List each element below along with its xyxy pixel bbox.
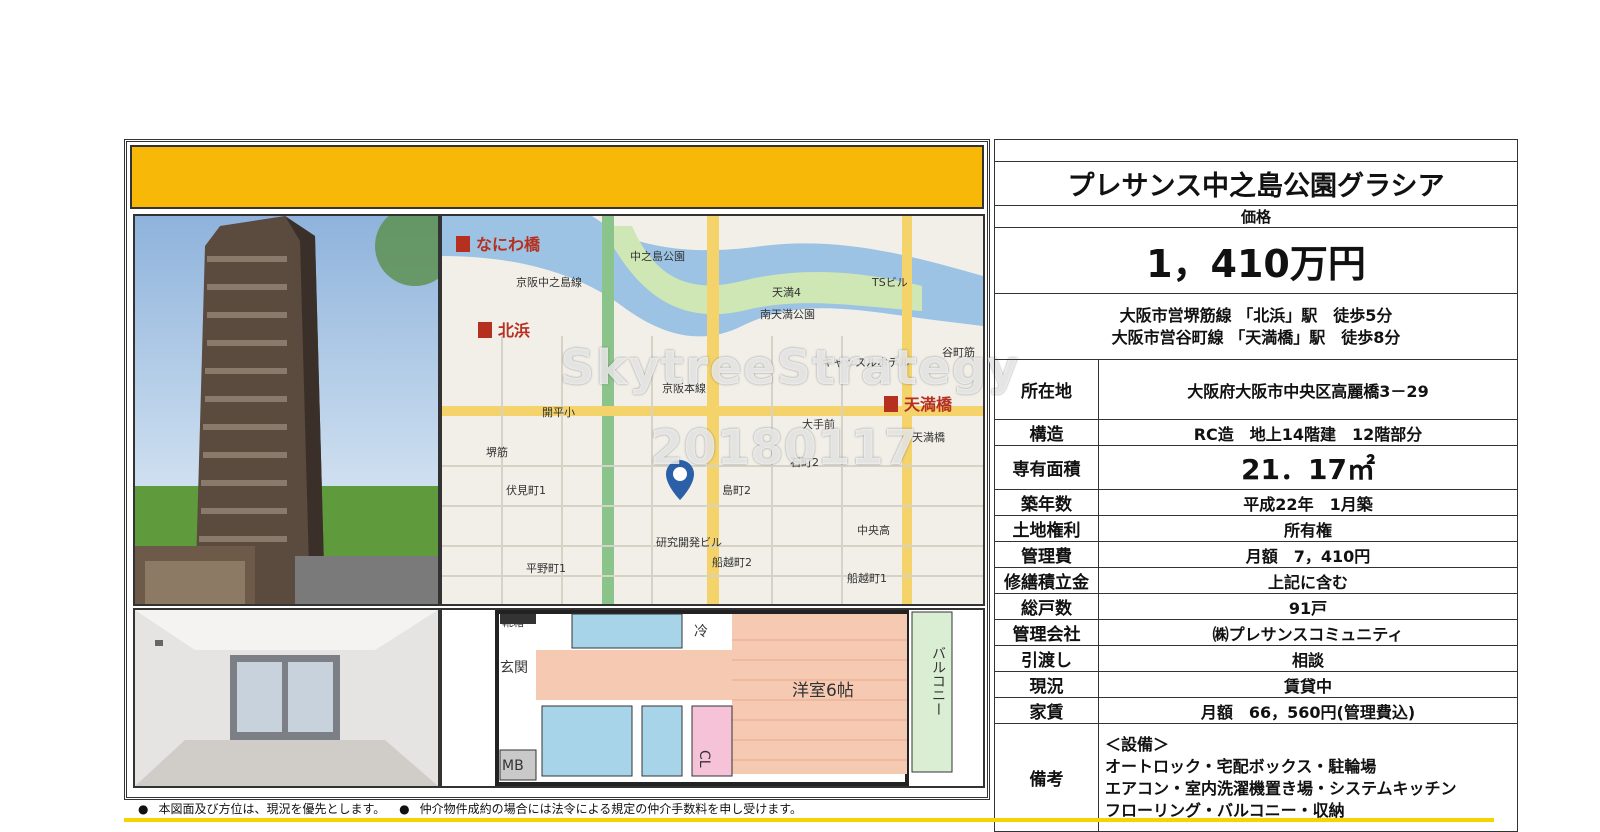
management-fee-label: 管理費 xyxy=(994,541,1099,568)
floorplan-closet: CL xyxy=(696,750,712,768)
location-label: 所在地 xyxy=(994,359,1099,420)
area-map: なにわ橋 北浜 天満橋 京阪中之島線 南天満公園 中之島公園 開平小 伏見町1 … xyxy=(440,214,985,606)
photo-map-frame: なにわ橋 北浜 天満橋 京阪中之島線 南天満公園 中之島公園 開平小 伏見町1 … xyxy=(124,139,990,800)
map-label-castle-hotel: キャッスルホテル xyxy=(822,356,910,369)
floorplan-western-room: 洋室6帖 xyxy=(792,681,854,701)
floorplan-balcony: バルコニー xyxy=(930,646,946,716)
footer-notes: ● 本図面及び方位は、現況を優先とします。 ● 仲介物件成約の場合には法令による規定… xyxy=(138,800,812,817)
area-value: 21．17㎡ xyxy=(1098,445,1518,490)
map-label-chuo-high: 中央高 xyxy=(857,523,890,537)
total-units-value: 91戸 xyxy=(1098,593,1518,620)
rent-value: 月額 66，560円(管理費込) xyxy=(1098,697,1518,724)
footer-yellow-line xyxy=(124,818,1494,822)
property-name: プレサンス中之島公園グラシア xyxy=(994,161,1518,206)
access-line-1: 大阪市営堺筋線 「北浜」駅 徒歩5分 xyxy=(1119,305,1393,325)
floor-plan: 靴箱 冷 玄関 洋室6帖 バルコニー MB CL xyxy=(440,608,985,788)
price-value: 1，410万円 xyxy=(994,227,1518,294)
built-label: 築年数 xyxy=(994,489,1099,516)
location-value: 大阪府大阪市中央区高麗橋3－29 xyxy=(1098,359,1518,420)
interior-photo xyxy=(133,608,440,788)
land-rights-value: 所有権 xyxy=(1098,515,1518,542)
map-label-kaihei-school: 開平小 xyxy=(542,406,575,419)
map-label-sakaisuji: 堺筋 xyxy=(486,445,508,459)
management-company-label: 管理会社 xyxy=(994,619,1099,646)
structure-value: RC造 地上14階建 12階部分 xyxy=(1098,419,1518,446)
map-label-nakanoshima-park: 中之島公園 xyxy=(630,249,685,263)
map-label-otemae: 大手前 xyxy=(802,417,835,431)
map-label-tanimachi: 谷町筋 xyxy=(942,345,975,359)
repair-fund-label: 修繕積立金 xyxy=(994,567,1099,594)
remarks-line-3: エアコン・室内洗濯機置き場・システムキッチン xyxy=(1105,778,1457,798)
map-label-keihan-nakanoshima: 京阪中之島線 xyxy=(516,275,582,289)
map-label-research-building: 研究開発ビル xyxy=(656,535,722,549)
access-line-2: 大阪市営谷町線 「天満橋」駅 徒歩8分 xyxy=(1111,327,1401,347)
header-banner xyxy=(130,145,984,209)
floorplan-entrance: 玄関 xyxy=(500,659,528,676)
map-station-kitahama: 北浜 xyxy=(498,321,530,340)
map-station-naniwabashi: なにわ橋 xyxy=(476,235,541,254)
map-label-minamitenma-park: 南天満公園 xyxy=(760,308,815,321)
footer-note-2: 仲介物件成約の場合には法令による規定の仲介手数料を申し受けます。 xyxy=(419,802,803,816)
map-label-keihan-main: 京阪本線 xyxy=(662,381,706,395)
blank-header-cell xyxy=(994,139,1518,162)
map-label-tenmabashi: 天満橋 xyxy=(912,430,945,444)
area-label: 専有面積 xyxy=(994,445,1099,490)
floorplan-fridge: 冷 xyxy=(694,624,708,640)
status-value: 賃貸中 xyxy=(1098,671,1518,698)
map-label-hiranomachi: 平野町1 xyxy=(526,562,566,575)
price-label: 価格 xyxy=(994,205,1518,228)
total-units-label: 総戸数 xyxy=(994,593,1099,620)
remarks-value: ＜設備＞ オートロック・宅配ボックス・駐輪場 エアコン・室内洗濯機置き場・システ… xyxy=(1098,723,1518,832)
management-fee-value: 月額 7，410円 xyxy=(1098,541,1518,568)
map-label-shimamachi: 島町2 xyxy=(722,483,751,497)
land-rights-label: 土地権利 xyxy=(994,515,1099,542)
access-info: 大阪市営堺筋線 「北浜」駅 徒歩5分 大阪市営谷町線 「天満橋」駅 徒歩8分 xyxy=(994,293,1518,360)
remarks-line-1: ＜設備＞ xyxy=(1105,734,1170,754)
map-label-fushimimachi: 伏見町1 xyxy=(506,483,546,497)
map-label-tenma4: 天満4 xyxy=(772,286,801,299)
map-station-tenmabashi: 天満橋 xyxy=(904,395,953,414)
management-company-value: ㈱プレサンスコミュニティ xyxy=(1098,619,1518,646)
handover-label: 引渡し xyxy=(994,645,1099,672)
repair-fund-value: 上記に含む xyxy=(1098,567,1518,594)
bullet-icon: ● xyxy=(138,802,149,816)
remarks-line-2: オートロック・宅配ボックス・駐輪場 xyxy=(1105,756,1377,776)
rent-label: 家賃 xyxy=(994,697,1099,724)
map-label-funakoshimachi1: 船越町1 xyxy=(847,571,887,585)
map-label-funakoshimachi2: 船越町2 xyxy=(712,555,752,569)
status-label: 現況 xyxy=(994,671,1099,698)
building-exterior-photo xyxy=(133,214,440,606)
map-label-ishimachi: 石町2 xyxy=(790,456,819,469)
structure-label: 構造 xyxy=(994,419,1099,446)
floorplan-shoe-box: 靴箱 xyxy=(502,615,524,629)
handover-value: 相談 xyxy=(1098,645,1518,672)
footer-note-1: 本図面及び方位は、現況を優先とします。 xyxy=(158,802,386,816)
map-label-ts-building: TSビル xyxy=(871,276,908,289)
remarks-label: 備考 xyxy=(994,723,1099,832)
built-value: 平成22年 1月築 xyxy=(1098,489,1518,516)
property-info-table: プレサンス中之島公園グラシア 価格 1，410万円 大阪市営堺筋線 「北浜」駅 … xyxy=(994,139,1518,832)
floorplan-mb: MB xyxy=(502,758,524,774)
bullet-icon: ● xyxy=(399,802,410,816)
